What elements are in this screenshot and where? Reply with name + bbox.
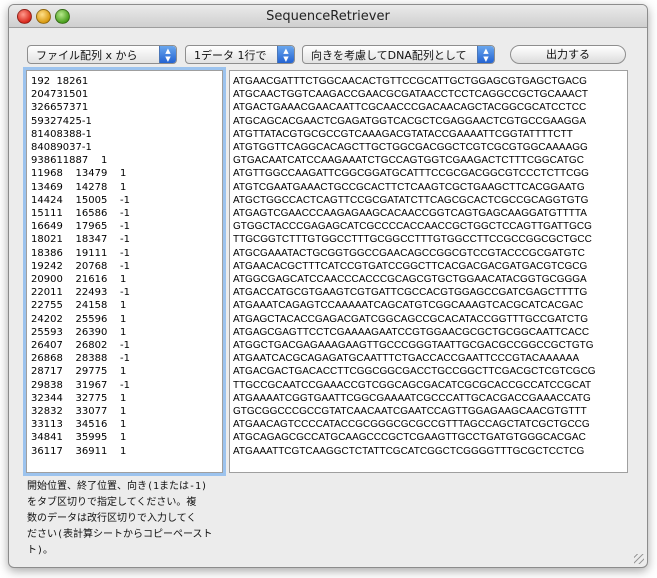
direction-popup[interactable]: 向きを考慮してDNA配列として ▲ ▼ <box>302 45 495 64</box>
coordinates-text[interactable]: 192 18261 204731501 326657371 59327425-1… <box>27 71 222 458</box>
coordinates-input-area[interactable]: 192 18261 204731501 326657371 59327425-1… <box>26 70 223 473</box>
direction-popup-label: 向きを考慮してDNA配列として <box>311 49 467 62</box>
main-window: SequenceRetriever ファイル配列 x から ▲ ▼ 1データ 1行… <box>8 4 648 568</box>
lines-popup-label: 1データ 1行で <box>194 49 267 62</box>
format-popup-label: ファイル配列 x から <box>36 49 138 62</box>
resize-grip-icon[interactable] <box>634 554 644 564</box>
sequence-output-area[interactable]: ATGAACGATTTCTGGCAACACTGTTCCGCATTGCTGGAGC… <box>229 70 628 473</box>
window-title: SequenceRetriever <box>266 9 390 24</box>
sequence-text[interactable]: ATGAACGATTTCTGGCAACACTGTTCCGCATTGCTGGAGC… <box>230 71 627 458</box>
lines-popup[interactable]: 1データ 1行で ▲ ▼ <box>185 45 295 64</box>
help-text: 開始位置、終了位置、向き(1または-1) をタブ区切りで指定してください。複 数… <box>27 481 213 556</box>
output-button[interactable]: 出力する <box>510 45 626 64</box>
popup-arrows-icon: ▲ ▼ <box>159 46 176 63</box>
popup-arrows-icon: ▲ ▼ <box>277 46 294 63</box>
popup-arrows-icon: ▲ ▼ <box>477 46 494 63</box>
format-popup[interactable]: ファイル配列 x から ▲ ▼ <box>27 45 177 64</box>
title-bar[interactable]: SequenceRetriever <box>9 5 647 28</box>
